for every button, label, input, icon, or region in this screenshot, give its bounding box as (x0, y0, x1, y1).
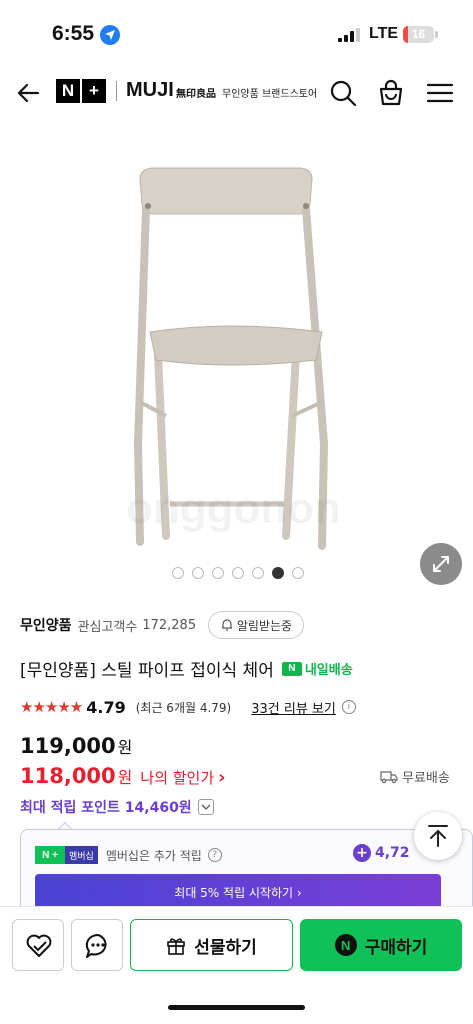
membership-text: 멤버십은 추가 적립 (105, 848, 202, 863)
star-rating-icon: ★★★★★ (20, 698, 83, 716)
badge-n: N + (35, 846, 65, 864)
plus-icon: + (353, 844, 371, 862)
chat-bubble-icon (85, 933, 107, 958)
currency-unit: 원 (117, 738, 133, 757)
currency-unit: 원 (117, 768, 133, 787)
recent-rating: (최근 6개월 4.79) (135, 700, 232, 715)
image-watermark: onggonon (126, 484, 342, 533)
membership-points: 4,72 (375, 845, 410, 861)
buy-button[interactable]: N 구매하기 (300, 919, 462, 971)
rating-score: 4.79 (86, 697, 126, 717)
logo-n: N (56, 79, 80, 103)
product-title: [무인양품] 스틸 파이프 접이식 체어 (20, 661, 274, 681)
title-row: [무인양품] 스틸 파이프 접이식 체어 N 내일배송 (20, 656, 353, 681)
store-name[interactable]: 무인양품 브랜드스토어 (222, 85, 317, 100)
back-arrow-icon[interactable] (14, 78, 44, 108)
location-arrow-icon (100, 25, 120, 45)
gallery-pagination[interactable] (172, 567, 304, 579)
product-page: 6:55 LTE 16 N + MUJI 無印良品 무인양품 브랜드스토어 on… (0, 0, 473, 1024)
watchers-count: 172,285 (142, 617, 197, 633)
gallery-dot[interactable] (232, 567, 244, 579)
membership-amount: + 4,72 (353, 844, 410, 862)
product-image-gallery[interactable]: onggonon (0, 116, 473, 596)
battery-level: 16 (411, 27, 426, 41)
sale-price-value: 118,000 (20, 764, 116, 788)
badge-text: 멤버십 (65, 846, 98, 864)
shipping-label: 무료배송 (402, 771, 450, 786)
gallery-dot[interactable] (252, 567, 264, 579)
chevron-right-icon: › (218, 767, 226, 788)
gift-label: 선물하기 (194, 937, 257, 958)
menu-icon[interactable] (425, 78, 455, 108)
truck-n-icon: N (281, 661, 302, 676)
network-type: LTE (369, 25, 399, 42)
original-price: 119,000 원 (20, 734, 132, 758)
wishlist-button[interactable] (12, 919, 64, 971)
bell-icon (221, 619, 232, 631)
home-indicator (168, 1005, 305, 1010)
gift-icon (167, 938, 186, 955)
alarm-label: 알림받는중 (236, 618, 293, 633)
heart-check-icon (26, 934, 52, 957)
gift-button[interactable]: 선물하기 (130, 919, 293, 971)
search-icon[interactable] (328, 78, 358, 108)
naver-plus-logo[interactable]: N + (56, 79, 108, 103)
status-time: 6:55 (52, 22, 95, 45)
brand-name[interactable]: 무인양품 (20, 615, 72, 635)
gallery-dot[interactable] (272, 567, 284, 579)
brand-row: 무인양품 관심고객수 172,285 (20, 611, 196, 639)
expand-image-icon[interactable] (420, 543, 462, 585)
scroll-top-icon[interactable] (414, 812, 462, 860)
bottom-action-bar: 선물하기 N 구매하기 (0, 906, 473, 1024)
info-icon[interactable]: i (341, 700, 356, 714)
chevron-down-icon[interactable] (197, 799, 214, 815)
delivery-badge: N 내일배송 (281, 659, 353, 678)
membership-row: N + 멤버십 멤버십은 추가 적립 ? (35, 846, 222, 864)
membership-start-button[interactable]: 최대 5% 적립 시작하기 › (35, 874, 441, 910)
store-header: N + MUJI 無印良品 무인양품 브랜드스토어 (0, 70, 473, 116)
muji-kanji-logo: 無印良品 (176, 89, 216, 100)
naver-plus-membership-badge: N + 멤버십 (35, 846, 98, 864)
sale-price[interactable]: 118,000 원 나의 할인가 › (20, 764, 226, 788)
help-icon[interactable]: ? (207, 848, 222, 862)
my-discount-label: 나의 할인가 (140, 769, 215, 787)
signal-icon (338, 28, 360, 42)
truck-icon (380, 770, 398, 783)
battery-icon: 16 (403, 26, 434, 43)
buy-label: 구매하기 (364, 937, 428, 958)
gallery-dot[interactable] (212, 567, 224, 579)
gallery-dot[interactable] (292, 567, 304, 579)
status-bar: 6:55 LTE 16 (0, 0, 473, 70)
rating-row: ★★★★★ 4.79 (최근 6개월 4.79) 33건 리뷰 보기 i (20, 696, 356, 718)
alarm-subscribe-button[interactable]: 알림받는중 (208, 611, 304, 639)
talk-button[interactable] (71, 919, 123, 971)
original-price-value: 119,000 (20, 734, 116, 758)
shopping-bag-icon[interactable] (376, 78, 406, 108)
watchers-label: 관심고객수 (77, 619, 138, 635)
gallery-dot[interactable] (172, 567, 184, 579)
header-divider (116, 81, 117, 101)
muji-logo[interactable]: MUJI (126, 79, 174, 102)
max-points[interactable]: 최대 적립 포인트 14,460원 (20, 797, 214, 817)
reviews-link[interactable]: 33건 리뷰 보기 (251, 698, 336, 717)
gallery-dot[interactable] (192, 567, 204, 579)
shipping-info: 무료배송 (380, 767, 450, 786)
battery-tip (435, 31, 438, 38)
points-label: 최대 적립 포인트 14,460원 (20, 800, 192, 816)
naver-n-icon: N (334, 934, 357, 956)
logo-plus: + (82, 79, 106, 103)
delivery-label: 내일배송 (304, 663, 353, 678)
